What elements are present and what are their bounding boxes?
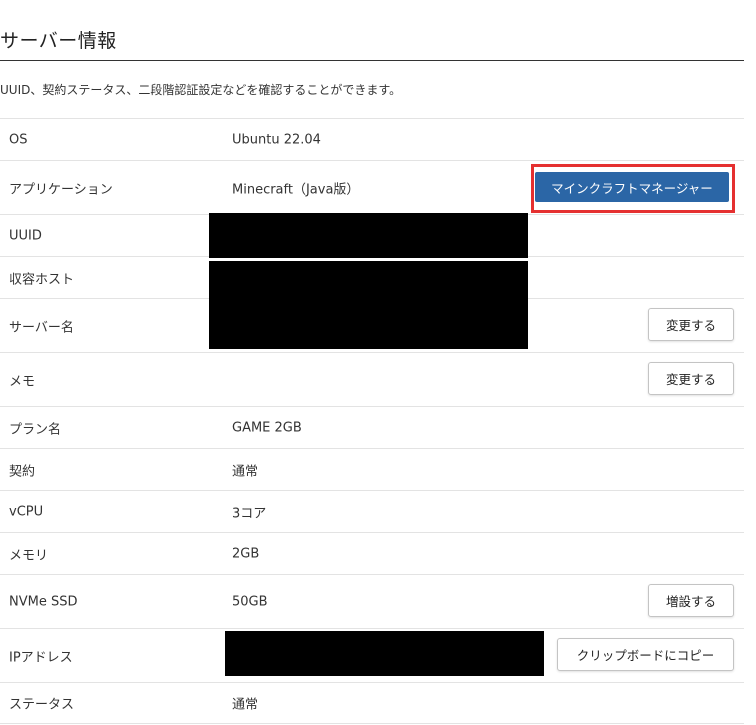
redacted-host-and-server-name [209, 261, 528, 349]
table-row-ssd: NVMe SSD 50GB [0, 574, 744, 628]
row-label: メモ [9, 374, 36, 389]
row-value: 2GB [232, 546, 260, 561]
row-label: プラン名 [9, 422, 62, 437]
table-row-plan: プラン名 GAME 2GB [0, 406, 744, 448]
row-label: UUID [9, 228, 42, 243]
row-label: アプリケーション [9, 182, 113, 197]
row-label: 収容ホスト [9, 272, 75, 287]
redacted-uuid [209, 213, 528, 258]
row-value: 3コア [232, 506, 267, 521]
row-label: 契約 [9, 464, 36, 479]
row-value: Ubuntu 22.04 [232, 132, 321, 147]
row-value: 通常 [232, 464, 259, 479]
row-label: サーバー名 [9, 320, 74, 335]
table-row-vcpu: vCPU 3コア [0, 490, 744, 532]
change-memo-button[interactable]: 変更する [648, 362, 734, 395]
row-value: 50GB [232, 594, 268, 609]
row-value: GAME 2GB [232, 420, 302, 435]
row-label: OS [9, 132, 28, 147]
row-label: メモリ [9, 548, 49, 563]
table-row-memo: メモ [0, 352, 744, 406]
highlight-annotation [531, 164, 735, 213]
row-value: Minecraft（Java版） [232, 182, 360, 197]
row-value: 通常 [232, 697, 259, 713]
page-description: UUID、契約ステータス、二段階認証設定などを確認することができます。 [0, 83, 402, 97]
increase-ssd-button[interactable]: 増設する [648, 584, 734, 617]
table-row-memory: メモリ 2GB [0, 532, 744, 574]
row-label: vCPU [9, 504, 44, 519]
page-title: サーバー情報 [0, 30, 117, 52]
table-row-contract: 契約 通常 [0, 448, 744, 490]
row-label: ステータス [9, 697, 75, 713]
table-row-os: OS Ubuntu 22.04 [0, 118, 744, 160]
redacted-ip-address [225, 631, 544, 676]
title-divider [0, 60, 744, 61]
change-server-name-button[interactable]: 変更する [648, 308, 734, 341]
row-label: NVMe SSD [9, 594, 78, 609]
copy-ip-button[interactable]: クリップボードにコピー [557, 638, 734, 671]
row-label: IPアドレス [9, 650, 73, 665]
table-row-status: ステータス 通常 [0, 682, 744, 724]
